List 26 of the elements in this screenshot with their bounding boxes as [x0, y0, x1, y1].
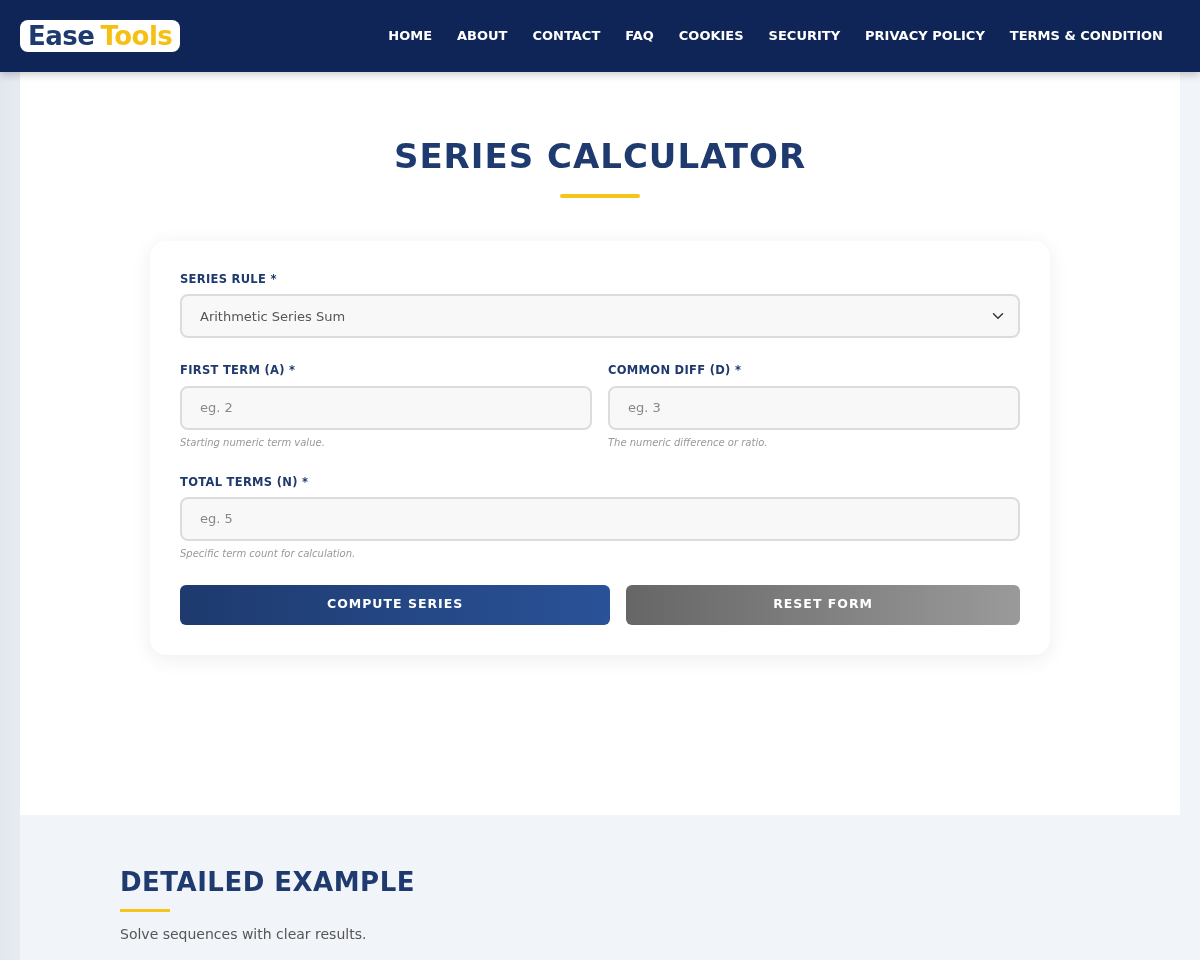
nav-link[interactable]: TERMS & CONDITION [1009, 26, 1163, 46]
nav-link[interactable]: SECURITY [768, 26, 841, 46]
nav-link[interactable]: COOKIES [678, 26, 744, 46]
field-label: SERIES RULE * [180, 271, 278, 288]
compute-button[interactable]: COMPUTE SERIES [180, 584, 611, 625]
nav-link[interactable]: PRIVACY POLICY [865, 26, 985, 46]
field-hint: The numeric difference or ratio. [608, 435, 769, 450]
reset-button[interactable]: RESET FORM [626, 584, 1020, 625]
field-label: TOTAL TERMS (N) * [180, 473, 310, 491]
field-hint: Starting numeric term value. [180, 435, 326, 450]
section-subtitle: Solve sequences with clear results. [120, 925, 368, 944]
field-label: FIRST TERM (A) * [180, 362, 297, 380]
series-rule-select[interactable]: Arithmetic Series Sum [180, 294, 1020, 339]
input-field[interactable]: eg. 2 [180, 385, 592, 430]
field-hint: Specific term count for calculation. [180, 546, 357, 561]
input-field[interactable]: eg. 5 [180, 496, 1020, 541]
section-heading: DETAILED EXAMPLE [120, 866, 416, 899]
field-label: COMMON DIFF (D) * [608, 362, 743, 380]
heading-accent-line [120, 909, 170, 912]
nav-link[interactable]: CONTACT [532, 26, 601, 46]
input-field[interactable]: eg. 3 [608, 385, 1020, 430]
page-title: SERIES CALCULATOR [393, 135, 807, 178]
nav-link[interactable]: FAQ [625, 26, 654, 46]
nav-link[interactable]: HOME [388, 26, 432, 46]
nav-link[interactable]: ABOUT [457, 26, 508, 46]
logo[interactable]: Ease Tools [20, 20, 181, 52]
